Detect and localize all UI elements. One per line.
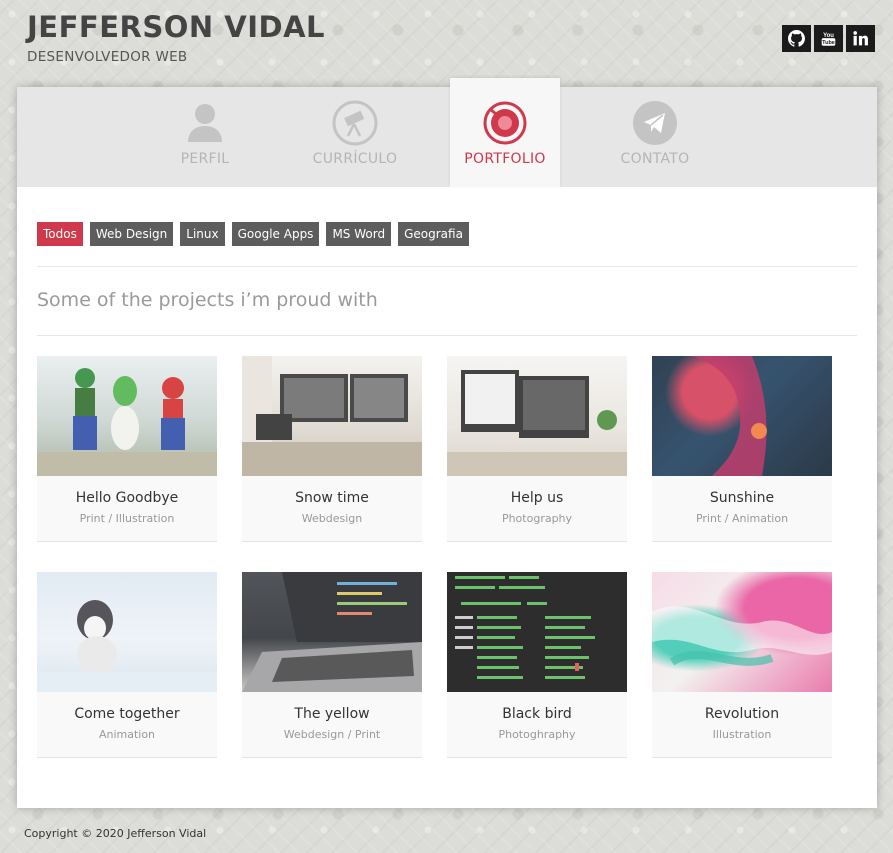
project-category: Webdesign [301,512,363,525]
filter-ms-word[interactable]: MS Word [326,222,392,246]
main-card: PERFIL CURRÍCULO PORTFOLIO CONTATO Todos… [17,78,877,808]
tab-contato[interactable]: CONTATO [600,87,710,187]
tab-contato-label: CONTATO [620,151,690,167]
tab-portfolio-label: PORTFOLIO [464,151,546,167]
site-subtitle: DESENVOLVEDOR WEB [27,49,188,65]
tab-perfil[interactable]: PERFIL [150,87,260,187]
github-link[interactable] [782,25,811,52]
project-title: Sunshine [709,490,775,506]
project-thumbnail [242,572,422,692]
tab-bar: PERFIL CURRÍCULO PORTFOLIO CONTATO [17,78,877,187]
project-thumbnail [447,572,627,692]
filter-todos[interactable]: Todos [37,222,83,246]
project-title: Revolution [704,706,780,722]
project-card[interactable]: The yellow Webdesign / Print [242,572,422,758]
youtube-tube-text: Tube [822,40,835,46]
tab-portfolio[interactable]: PORTFOLIO [450,78,560,187]
filter-geografia[interactable]: Geografia [398,222,469,246]
project-thumbnail [652,356,832,476]
project-card[interactable]: Revolution Illustration [652,572,832,758]
filter-bar: Todos Web Design Linux Google Apps MS Wo… [37,222,469,246]
project-title: The yellow [294,706,370,722]
section-heading: Some of the projects i’m proud with [37,289,378,311]
tab-perfil-label: PERFIL [180,151,230,167]
social-links: You Tube [782,25,875,52]
project-category: Print / Illustration [79,512,175,525]
linkedin-icon [853,31,868,46]
footer-copyright: Copyright © 2020 Jefferson Vidal [24,827,207,840]
project-thumbnail [37,356,217,476]
user-icon [182,100,228,146]
filter-web-design[interactable]: Web Design [89,222,174,246]
project-title: Help us [510,490,564,506]
telescope-icon [332,100,378,146]
project-card[interactable]: Black bird Photoghraphy [447,572,627,758]
project-card[interactable]: Help us Photography [447,356,627,542]
youtube-link[interactable]: You Tube [814,25,843,52]
youtube-icon: You Tube [821,33,836,46]
project-category: Webdesign / Print [283,728,381,741]
project-thumbnail [652,572,832,692]
project-category: Illustration [712,728,772,741]
project-category: Animation [98,728,156,741]
project-card[interactable]: Sunshine Print / Animation [652,356,832,542]
youtube-you-text: You [823,33,834,39]
project-category: Print / Animation [695,512,789,525]
project-card[interactable]: Hello Goodbye Print / Illustration [37,356,217,542]
divider-top [37,266,857,267]
project-title: Snow time [295,490,369,506]
github-icon [788,30,805,47]
project-thumbnail [242,356,422,476]
project-category: Photography [501,512,573,525]
filter-google-apps[interactable]: Google Apps [231,222,320,246]
project-title: Hello Goodbye [75,490,179,506]
project-card[interactable]: Come together Animation [37,572,217,758]
linkedin-link[interactable] [846,25,875,52]
filter-linux[interactable]: Linux [180,222,225,246]
site-title: JEFFERSON VIDAL [27,10,325,44]
tab-curriculo[interactable]: CURRÍCULO [300,87,410,187]
project-title: Black bird [502,706,572,722]
divider-bottom [37,335,857,336]
project-category: Photoghraphy [498,728,576,741]
project-card[interactable]: Snow time Webdesign [242,356,422,542]
target-icon [482,100,528,146]
project-thumbnail [37,572,217,692]
project-thumbnail [447,356,627,476]
tab-curriculo-label: CURRÍCULO [312,151,398,167]
paper-plane-icon [632,100,678,146]
project-title: Come together [74,706,180,722]
